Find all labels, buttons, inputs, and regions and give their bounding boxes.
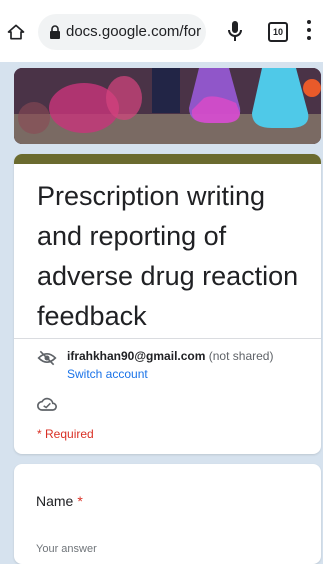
name-answer-input[interactable] (36, 538, 186, 560)
required-note: * Required (37, 427, 94, 441)
visibility-off-icon (37, 350, 57, 366)
lock-icon (50, 25, 60, 39)
account-email: ifrahkhan90@gmail.com (67, 349, 206, 363)
question-title: Name (36, 493, 74, 509)
browser-toolbar: docs.google.com/for 10 (0, 0, 323, 62)
url-text: docs.google.com/for (66, 23, 202, 40)
question-label: Name * (36, 493, 83, 509)
more-vert-icon[interactable] (305, 20, 313, 42)
form-header-image (14, 68, 321, 144)
form-title: Prescription writing and reporting of ad… (37, 181, 299, 331)
question-card-name: Name * (14, 464, 321, 564)
divider (14, 338, 321, 339)
required-asterisk: * (77, 493, 83, 509)
switch-account-link[interactable]: Switch account (67, 367, 148, 381)
home-icon[interactable] (6, 22, 26, 42)
account-email-line: ifrahkhan90@gmail.com (not shared) (67, 349, 273, 363)
address-bar[interactable]: docs.google.com/for (38, 14, 206, 50)
form-title-card: Prescription writing and reporting of ad… (14, 154, 321, 454)
mic-icon[interactable] (226, 19, 244, 43)
theme-strip (14, 154, 321, 164)
tabs-icon[interactable]: 10 (268, 22, 288, 42)
not-shared-note: (not shared) (208, 349, 274, 363)
cloud-done-icon (37, 397, 57, 411)
